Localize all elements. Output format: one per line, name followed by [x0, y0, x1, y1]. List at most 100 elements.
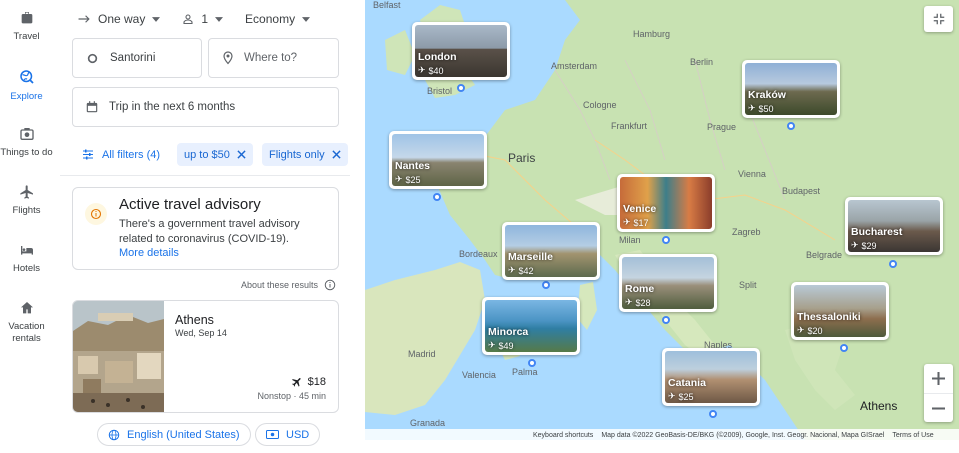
zoom-in-button[interactable]: [924, 364, 953, 393]
explore-panel: One way 1 Economy Santorini Where to? Tr…: [60, 0, 350, 453]
pin-price: ✈ $42: [508, 265, 534, 276]
flights-only-label: Flights only: [269, 148, 325, 161]
advisory-title: Active travel advisory: [119, 196, 261, 213]
map-label-budapest: Budapest: [782, 186, 821, 196]
map-label-prague: Prague: [707, 122, 737, 132]
result-price-value: $18: [307, 376, 326, 388]
map-pin-nantes[interactable]: Nantes ✈ $25: [389, 131, 487, 189]
trip-type-select[interactable]: One way: [78, 12, 161, 26]
pin-price-value: $20: [807, 325, 823, 336]
pin-price-value: $42: [518, 265, 534, 276]
exit-fullscreen-button[interactable]: [924, 6, 953, 32]
passengers-select[interactable]: 1: [182, 12, 224, 26]
rail-item-explore[interactable]: Explore: [0, 68, 53, 103]
pin-price-value: $50: [758, 103, 774, 114]
close-icon[interactable]: [332, 150, 341, 159]
map-pin-marseille[interactable]: Marseille ✈ $42: [502, 222, 600, 280]
rail-label-things: Things to do: [0, 147, 53, 158]
divider: [60, 175, 350, 176]
map-dot[interactable]: [787, 122, 795, 130]
map-label-valencia: Valencia: [462, 370, 496, 380]
map-label-bristol: Bristol: [427, 86, 453, 96]
origin-field[interactable]: Santorini: [72, 38, 202, 78]
rail-item-flights[interactable]: Flights: [0, 184, 53, 217]
destination-placeholder: Where to?: [244, 52, 298, 64]
dates-value: Trip in the next 6 months: [109, 101, 236, 113]
map-dot[interactable]: [542, 281, 550, 289]
map[interactable]: Belfast Hamburg Berlin Amsterdam Bristol…: [365, 0, 959, 440]
pin-price-value: $25: [405, 174, 421, 185]
pin-city: Rome: [625, 283, 655, 295]
rail-label-explore: Explore: [10, 91, 43, 102]
cabin-class-value: Economy: [245, 12, 296, 26]
map-pin-thessaloniki[interactable]: Thessaloniki ✈ $20: [791, 282, 889, 340]
dates-field[interactable]: Trip in the next 6 months: [72, 87, 339, 127]
more-details-link[interactable]: More details: [119, 247, 179, 259]
rail-item-vacation-rentals[interactable]: Vacation rentals: [0, 300, 53, 345]
map-pin-catania[interactable]: Catania ✈ $25: [662, 348, 760, 406]
keyboard-shortcuts-link[interactable]: Keyboard shortcuts: [533, 432, 593, 439]
map-dot[interactable]: [433, 193, 441, 201]
map-pin-venice[interactable]: Venice ✈ $17: [617, 174, 715, 232]
map-pin-rome[interactable]: Rome ✈ $28: [619, 254, 717, 312]
rail-item-travel[interactable]: Travel: [0, 10, 53, 43]
pin-price: ✈ $40: [418, 65, 444, 76]
about-results[interactable]: About these results: [241, 279, 336, 291]
plus-icon: [932, 372, 945, 385]
location-pin-icon: [223, 51, 233, 65]
pin-city: Bucharest: [851, 226, 903, 238]
map-pin-bucharest[interactable]: Bucharest ✈ $29: [845, 197, 943, 255]
terms-link[interactable]: Terms of Use: [892, 432, 933, 439]
caret-down-icon: [152, 16, 161, 22]
map-label-belgrade: Belgrade: [806, 250, 843, 260]
passengers-value: 1: [201, 12, 209, 26]
camera-icon: [19, 128, 34, 140]
map-dot[interactable]: [528, 359, 536, 367]
plane-small-icon: ✈: [508, 265, 516, 275]
map-pin-london[interactable]: London ✈ $40: [412, 22, 510, 80]
currency-button[interactable]: USD: [255, 423, 321, 446]
map-pin-krakow[interactable]: Kraków ✈ $50: [742, 60, 840, 118]
bed-icon: [20, 246, 33, 255]
rail-item-hotels[interactable]: Hotels: [0, 242, 53, 275]
pin-price-value: $28: [635, 297, 651, 308]
plane-small-icon: ✈: [488, 340, 496, 350]
pin-city: Thessaloniki: [797, 311, 861, 323]
plane-small-icon: ✈: [748, 103, 756, 113]
plane-small-icon: ✈: [623, 217, 631, 227]
all-filters-button[interactable]: All filters (4): [82, 143, 160, 166]
map-dot[interactable]: [840, 344, 848, 352]
map-label-split: Split: [739, 280, 757, 290]
map-dot[interactable]: [457, 84, 465, 92]
pin-city: Catania: [668, 377, 706, 389]
map-dot[interactable]: [662, 316, 670, 324]
price-filter-chip[interactable]: up to $50: [177, 143, 253, 166]
origin-circle-icon: [87, 53, 98, 63]
zoom-out-button[interactable]: [924, 393, 953, 422]
pin-price: ✈ $50: [748, 103, 774, 114]
map-dot[interactable]: [662, 236, 670, 244]
rail-item-things-to-do[interactable]: Things to do: [0, 126, 53, 159]
cabin-class-select[interactable]: Economy: [245, 12, 311, 26]
flights-only-chip[interactable]: Flights only: [262, 143, 348, 166]
map-dot[interactable]: [889, 260, 897, 268]
airplane-icon: [291, 378, 301, 387]
plane-small-icon: ✈: [625, 297, 633, 307]
caret-down-icon: [215, 16, 224, 22]
pin-price-value: $49: [498, 340, 514, 351]
map-dot[interactable]: [709, 410, 717, 418]
close-icon[interactable]: [237, 150, 246, 159]
pin-price: ✈ $17: [623, 217, 649, 228]
result-card-athens[interactable]: Athens Wed, Sep 14 $18 Nonstop · 45 min: [72, 300, 339, 413]
map-label-granada: Granada: [410, 418, 446, 428]
plane-small-icon: ✈: [395, 174, 403, 184]
language-button[interactable]: English (United States): [97, 423, 251, 446]
nav-rail: Travel Explore Things to do Flights Hote…: [0, 0, 53, 453]
destination-field[interactable]: Where to?: [208, 38, 339, 78]
advisory-body: There's a government travel advisory rel…: [119, 218, 300, 245]
map-pin-minorca[interactable]: Minorca ✈ $49: [482, 297, 580, 355]
person-icon: [183, 14, 193, 25]
map-label-hamburg: Hamburg: [633, 29, 671, 39]
price-filter-label: up to $50: [184, 148, 230, 161]
about-results-label: About these results: [241, 280, 319, 290]
